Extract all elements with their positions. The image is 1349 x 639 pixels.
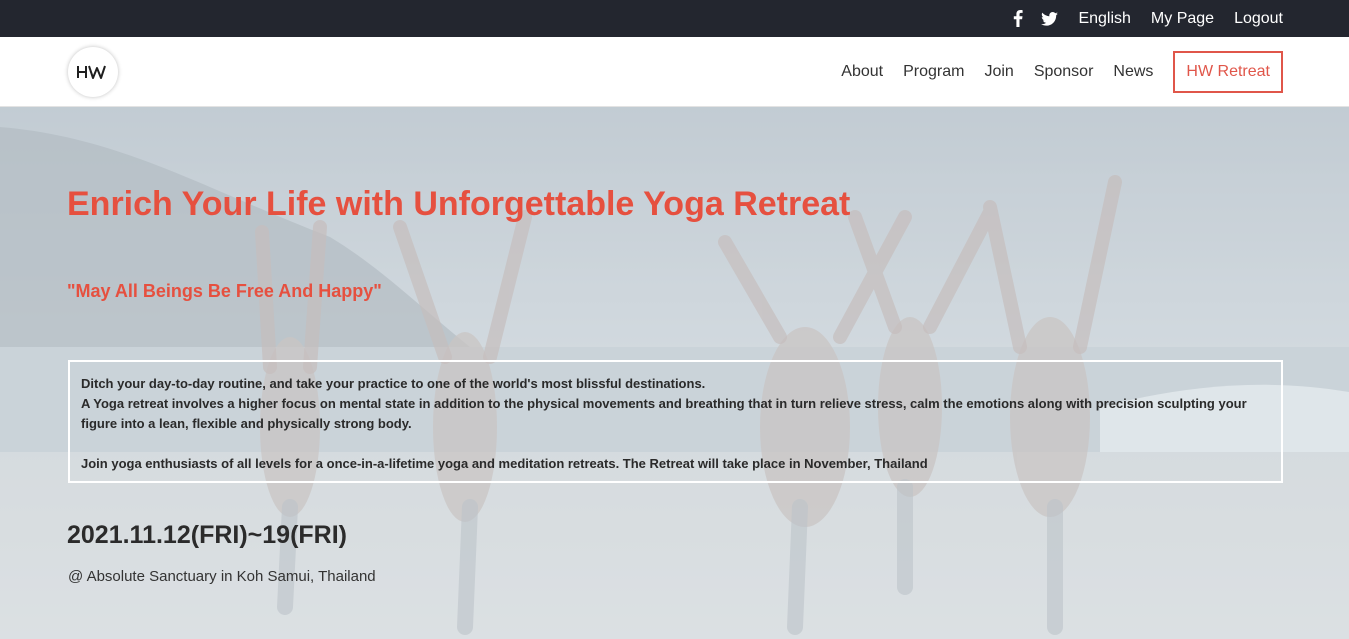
main-navbar: About Program Join Sponsor News HW Retre… bbox=[0, 37, 1349, 107]
twitter-icon[interactable] bbox=[1041, 11, 1059, 26]
description-line: Join yoga enthusiasts of all levels for … bbox=[81, 456, 928, 471]
nav-about[interactable]: About bbox=[841, 63, 883, 81]
my-page-link[interactable]: My Page bbox=[1151, 10, 1214, 28]
retreat-venue: @ Absolute Sanctuary in Koh Samui, Thail… bbox=[68, 568, 376, 585]
nav-program[interactable]: Program bbox=[903, 63, 964, 81]
social-links bbox=[1013, 10, 1059, 27]
logo[interactable] bbox=[68, 46, 118, 97]
hero-title: Enrich Your Life with Unforgettable Yoga… bbox=[67, 185, 851, 223]
hero-section: Enrich Your Life with Unforgettable Yoga… bbox=[0, 107, 1349, 639]
top-bar: English My Page Logout bbox=[0, 0, 1349, 37]
logo-mark-icon bbox=[77, 65, 106, 79]
hw-retreat-button[interactable]: HW Retreat bbox=[1173, 50, 1283, 93]
description-line: A Yoga retreat involves a higher focus o… bbox=[81, 396, 1247, 431]
language-link[interactable]: English bbox=[1078, 10, 1130, 28]
nav-news[interactable]: News bbox=[1113, 63, 1153, 81]
nav-sponsor[interactable]: Sponsor bbox=[1034, 63, 1094, 81]
retreat-date: 2021.11.12(FRI)~19(FRI) bbox=[67, 521, 347, 549]
nav-menu: About Program Join Sponsor News HW Retre… bbox=[821, 50, 1283, 93]
hero-motto: "May All Beings Be Free And Happy" bbox=[67, 281, 382, 301]
description-line: Ditch your day-to-day routine, and take … bbox=[81, 376, 706, 391]
facebook-icon[interactable] bbox=[1013, 10, 1024, 27]
description-box: Ditch your day-to-day routine, and take … bbox=[68, 360, 1283, 483]
logout-link[interactable]: Logout bbox=[1234, 10, 1283, 28]
nav-join[interactable]: Join bbox=[984, 63, 1013, 81]
